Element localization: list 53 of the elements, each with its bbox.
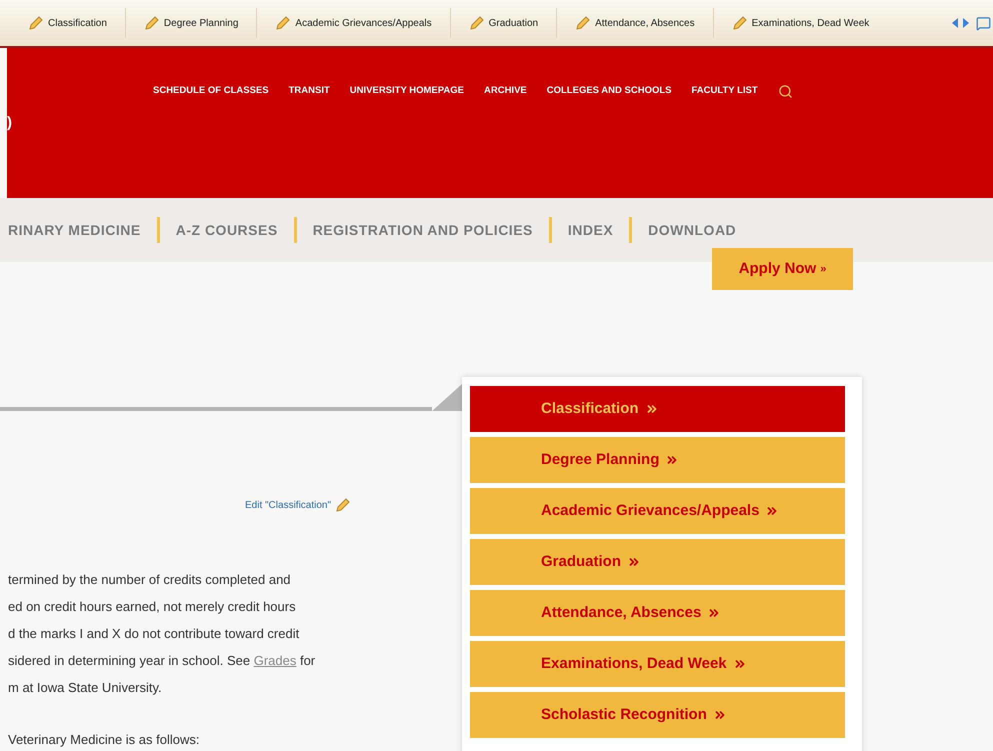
- header-link[interactable]: ARCHIVE: [484, 84, 527, 99]
- double-chevron-icon: [627, 555, 642, 569]
- side-menu-item[interactable]: Degree Planning: [470, 437, 845, 483]
- pencil-icon: [275, 15, 292, 31]
- search-icon[interactable]: [778, 84, 793, 99]
- pencil-icon: [468, 15, 485, 31]
- pencil-icon: [335, 497, 352, 513]
- side-menu-item[interactable]: Examinations, Dead Week: [470, 641, 845, 687]
- next-arrow-icon[interactable]: [962, 17, 970, 29]
- tab-corner-shape: [432, 384, 462, 411]
- pencil-icon: [732, 15, 748, 31]
- main-nav-link[interactable]: A-Z COURSES: [176, 220, 278, 240]
- side-menu-item[interactable]: Classification: [470, 386, 845, 432]
- toolbar-edit-button[interactable]: Graduation: [468, 15, 538, 31]
- double-chevron-icon: [732, 657, 747, 671]
- side-menu-item[interactable]: Scholastic Recognition: [470, 692, 845, 738]
- double-chevron-icon: [765, 504, 780, 518]
- toolbar-edit-button[interactable]: Academic Grievances/Appeals: [275, 15, 432, 31]
- paragraph-line: m at Iowa State University.: [8, 679, 163, 697]
- previous-arrow-icon[interactable]: [951, 17, 959, 29]
- main-nav-link[interactable]: DOWNLOAD: [648, 220, 736, 240]
- double-chevron-icon: [707, 606, 722, 620]
- toolbar-edit-button[interactable]: Attendance, Absences: [575, 15, 695, 31]
- side-menu-item[interactable]: Graduation: [470, 539, 845, 585]
- double-chevron-icon: [712, 708, 727, 722]
- edit-link[interactable]: Edit "Classification": [245, 498, 332, 512]
- toolbar-edit-button[interactable]: Classification: [28, 15, 107, 31]
- pencil-icon: [28, 15, 44, 31]
- header-link[interactable]: SCHEDULE OF CLASSES: [153, 84, 269, 99]
- double-chevron-icon: [644, 402, 659, 416]
- main-nav-link[interactable]: RINARY MEDICINE: [8, 220, 141, 240]
- apply-now-button[interactable]: Apply Now »: [712, 248, 853, 290]
- header-link[interactable]: TRANSIT: [288, 84, 330, 99]
- paragraph-line: termined by the number of credits completed and: [8, 571, 292, 589]
- pencil-icon: [575, 15, 592, 31]
- header-link[interactable]: COLLEGES AND SCHOOLS: [546, 84, 672, 99]
- side-menu-item[interactable]: Attendance, Absences: [470, 590, 845, 636]
- pencil-icon: [144, 15, 160, 31]
- main-nav-link[interactable]: REGISTRATION AND POLICIES: [312, 220, 533, 240]
- comment-icon[interactable]: [976, 16, 991, 30]
- paragraph-line: ed on credit hours earned, not merely credit hours: [8, 598, 297, 616]
- header-link[interactable]: FACULTY LIST: [692, 84, 758, 99]
- main-nav-link[interactable]: INDEX: [568, 220, 614, 240]
- toolbar-edit-button[interactable]: Examinations, Dead Week: [732, 15, 870, 31]
- site-title: ): [7, 115, 12, 130]
- header-link[interactable]: UNIVERSITY HOMEPAGE: [350, 84, 464, 99]
- toolbar-edit-button[interactable]: Degree Planning: [144, 15, 238, 31]
- double-chevron-icon: [665, 453, 680, 467]
- grades-link[interactable]: Grades: [254, 653, 296, 668]
- paragraph-line: d the marks I and X do not contribute toward credit: [8, 625, 300, 643]
- side-menu-item[interactable]: Academic Grievances/Appeals: [470, 488, 845, 534]
- paragraph-line: Veterinary Medicine is as follows:: [8, 731, 200, 749]
- paragraph-line: sidered in determining year in school. See Grades for: [8, 652, 316, 670]
